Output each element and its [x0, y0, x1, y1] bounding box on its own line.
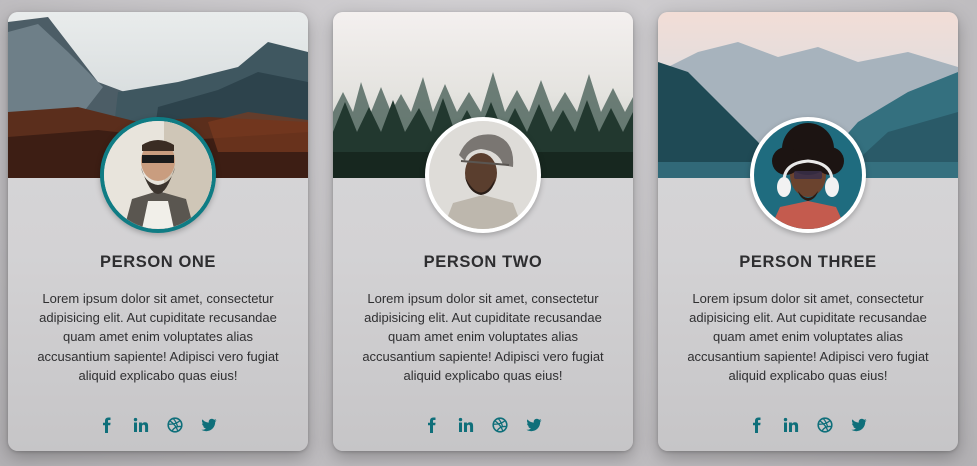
person-bio: Lorem ipsum dolor sit amet, consectetur …	[362, 291, 604, 383]
twitter-icon[interactable]	[200, 416, 218, 434]
dribbble-icon[interactable]	[166, 416, 184, 434]
dribbble-icon[interactable]	[491, 416, 509, 434]
profile-card-person-one: PERSON ONE Lorem ipsum dolor sit amet, c…	[8, 12, 308, 451]
person-name: PERSON THREE	[739, 253, 877, 271]
person-bio: Lorem ipsum dolor sit amet, consectetur …	[37, 291, 279, 383]
facebook-icon[interactable]	[98, 416, 116, 434]
facebook-icon[interactable]	[423, 416, 441, 434]
social-links	[333, 416, 633, 434]
facebook-icon[interactable]	[748, 416, 766, 434]
avatar	[100, 117, 216, 233]
profile-card-person-three: PERSON THREE Lorem ipsum dolor sit amet,…	[658, 12, 958, 451]
person-name: PERSON TWO	[423, 253, 543, 271]
linkedin-icon[interactable]	[132, 416, 150, 434]
twitter-icon[interactable]	[850, 416, 868, 434]
dribbble-icon[interactable]	[816, 416, 834, 434]
social-links	[658, 416, 958, 434]
linkedin-icon[interactable]	[782, 416, 800, 434]
person-bio: Lorem ipsum dolor sit amet, consectetur …	[687, 291, 929, 383]
profile-card-person-two: PERSON TWO Lorem ipsum dolor sit amet, c…	[333, 12, 633, 451]
avatar	[750, 117, 866, 233]
twitter-icon[interactable]	[525, 416, 543, 434]
avatar	[425, 117, 541, 233]
profile-cards-page: PERSON ONE Lorem ipsum dolor sit amet, c…	[0, 0, 977, 466]
social-links	[8, 416, 308, 434]
person-name: PERSON ONE	[99, 253, 217, 271]
linkedin-icon[interactable]	[457, 416, 475, 434]
